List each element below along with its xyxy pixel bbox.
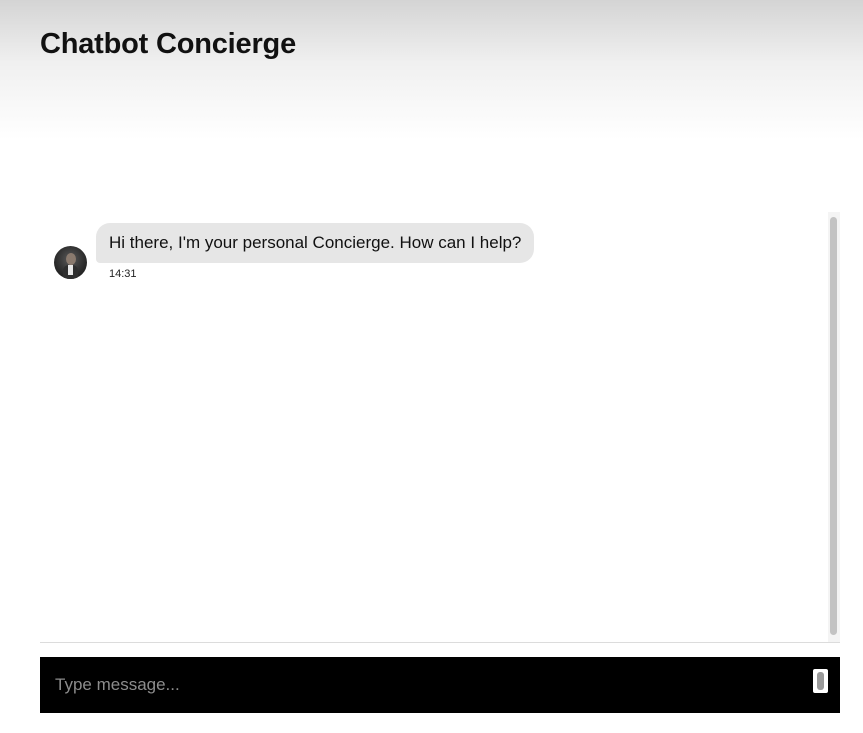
- scrollbar-track[interactable]: [828, 212, 840, 642]
- scrollbar-thumb[interactable]: [830, 217, 837, 635]
- header-band: [0, 0, 863, 140]
- message-bubble: Hi there, I'm your personal Concierge. H…: [96, 223, 535, 263]
- message-row-bot: Hi there, I'm your personal Concierge. H…: [54, 223, 535, 280]
- message-input[interactable]: [40, 657, 800, 713]
- avatar-face: [66, 253, 76, 265]
- avatar-collar: [68, 265, 73, 275]
- message-content: Hi there, I'm your personal Concierge. H…: [96, 223, 535, 280]
- chatbot-page: Chatbot Concierge Hi there, I'm your per…: [0, 0, 863, 733]
- page-title: Chatbot Concierge: [40, 28, 296, 60]
- chat-panel[interactable]: Hi there, I'm your personal Concierge. H…: [40, 212, 840, 643]
- input-scrollbar-thumb[interactable]: [817, 672, 824, 690]
- composer-bar: [40, 657, 840, 713]
- input-scrollbar[interactable]: [813, 669, 828, 693]
- message-timestamp: 14:31: [109, 268, 137, 280]
- bot-avatar-icon: [54, 246, 87, 279]
